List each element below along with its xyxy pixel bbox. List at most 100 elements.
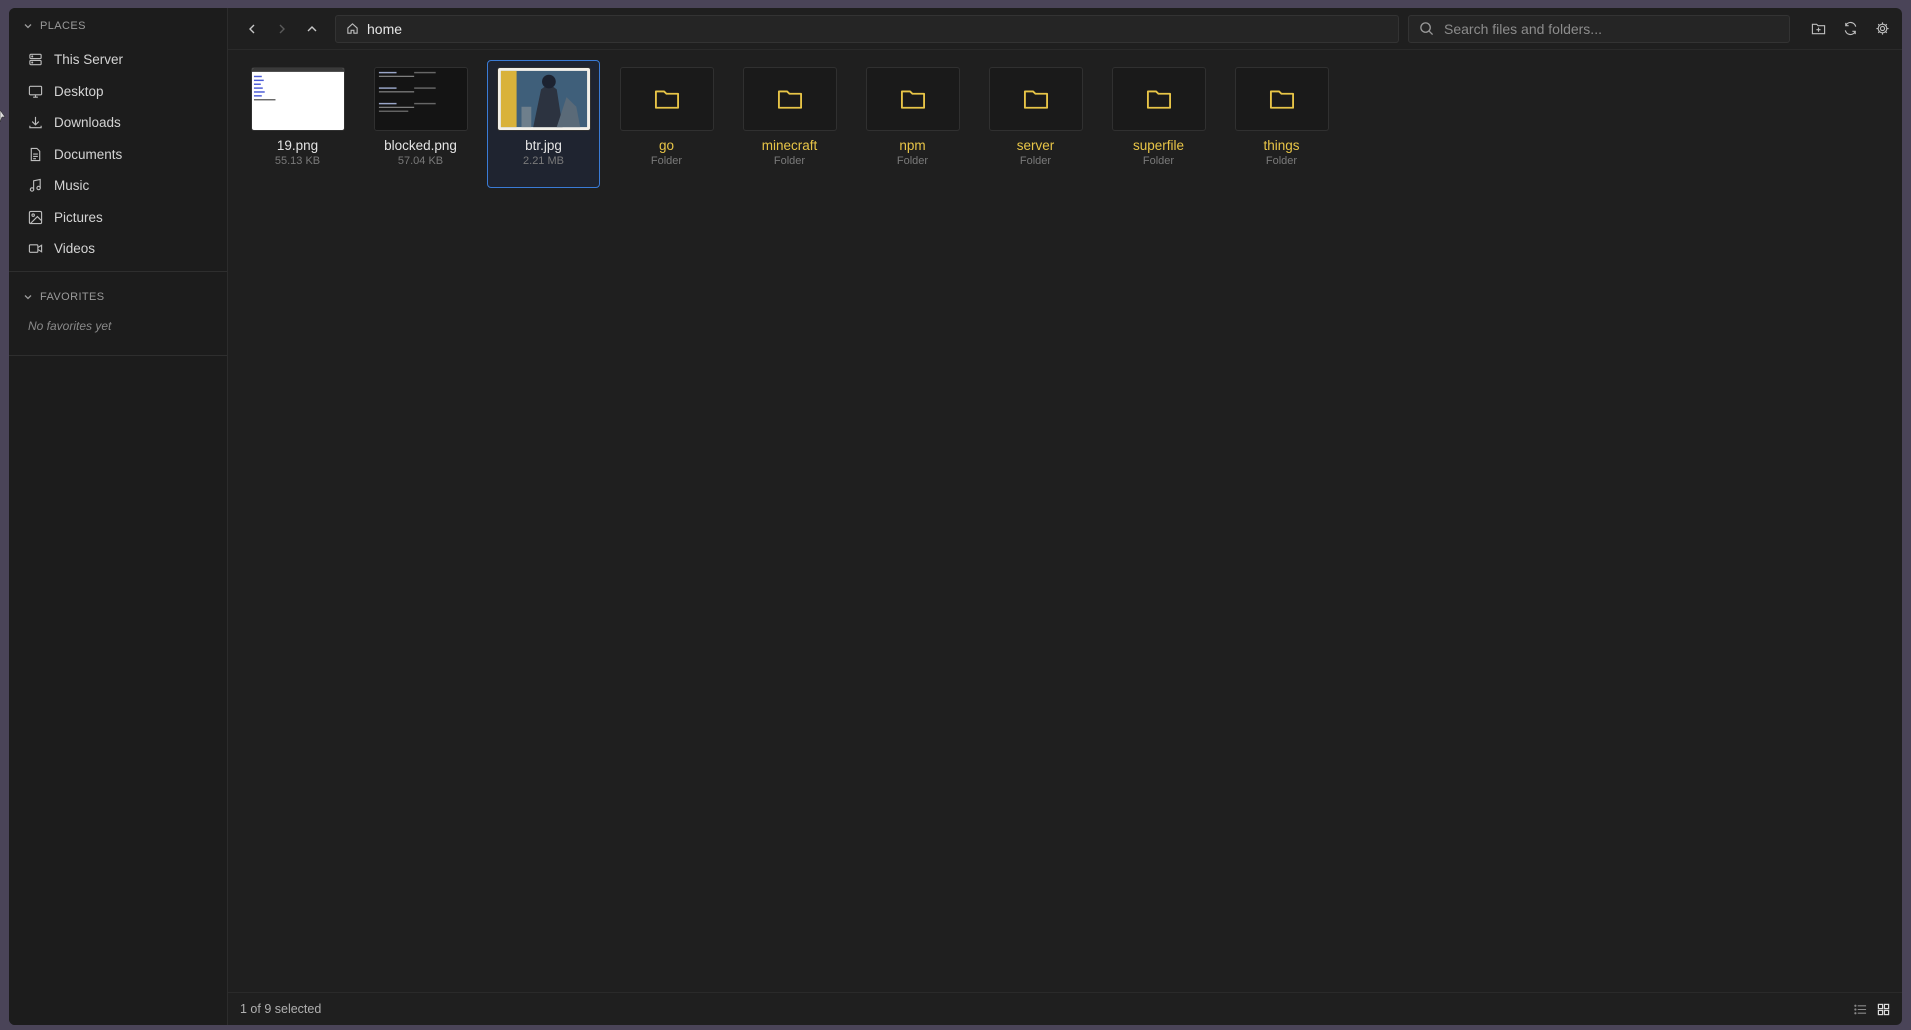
gear-icon [1875,22,1889,35]
sidebar-item-downloads[interactable]: Downloads [9,107,227,139]
file-thumbnail [1111,67,1206,131]
sidebar-item-label: Videos [54,241,96,257]
favorites-header-label: FAVORITES [40,290,105,303]
toolbar: home [228,8,1902,50]
file-thumbnail [742,67,837,131]
view-toggles [1854,1003,1890,1016]
anime-poster-thumbnail-image [497,68,590,130]
mouse-cursor-icon [0,110,6,123]
forward-button[interactable] [267,14,297,44]
back-button[interactable] [237,14,267,44]
file-name: server [1016,138,1055,153]
download-icon [29,117,42,129]
file-size: 57.04 KB [397,155,444,167]
screenshot-thumbnail-image [374,68,467,130]
file-name: go [658,138,675,153]
file-item-19-png[interactable]: 19.png 55.13 KB [241,60,354,188]
chevron-left-icon [249,24,255,33]
path-bar[interactable]: home [335,14,1399,43]
file-name: minecraft [761,138,818,153]
file-manager-window: PLACES This Server Desktop Downloads Doc… [9,8,1902,1025]
file-name: npm [899,138,926,153]
chevron-down-icon [24,24,32,29]
file-thumbnail [496,67,591,131]
refresh-icon [1844,21,1856,36]
list-view-icon[interactable] [1854,1003,1867,1016]
file-thumbnail [373,67,468,131]
places-header-label: PLACES [40,20,86,32]
file-type: Folder [1142,155,1175,167]
folder-item-things[interactable]: things Folder [1225,60,1338,188]
path-segment-home[interactable]: home [367,21,402,37]
file-size: 2.21 MB [523,155,564,167]
image-icon [28,210,43,224]
file-name: 19.png [276,138,319,153]
video-icon [28,244,43,254]
document-icon [30,147,41,161]
file-type: Folder [773,155,806,167]
sidebar-divider [9,354,227,356]
folder-icon [1023,90,1048,109]
settings-button[interactable] [1870,14,1894,44]
file-name: blocked.png [384,138,457,153]
file-type: Folder [896,155,929,167]
refresh-button[interactable] [1838,14,1862,44]
folder-icon [654,90,679,109]
file-name: things [1263,138,1300,153]
sidebar-item-videos[interactable]: Videos [9,233,227,265]
file-thumbnail [1234,67,1329,131]
sidebar-item-music[interactable]: Music [9,170,227,202]
folder-item-npm[interactable]: npm Folder [856,60,969,188]
file-grid: 19.png 55.13 KB blocked.png 57.04 KB btr… [241,60,1338,188]
server-icon [29,54,42,66]
folder-item-superfile[interactable]: superfile Folder [1102,60,1215,188]
file-thumbnail [988,67,1083,131]
folder-icon [1146,90,1171,109]
sidebar-item-pictures[interactable]: Pictures [9,202,227,234]
favorites-header[interactable]: FAVORITES [9,279,227,315]
toolbar-actions [1806,14,1894,44]
sidebar-item-label: Pictures [54,209,103,225]
favorites-empty-text: No favorites yet [28,318,112,333]
status-bar: 1 of 9 selected [228,992,1902,1025]
screenshot-thumbnail-image [251,68,344,130]
file-thumbnail [250,67,345,131]
sidebar-item-desktop[interactable]: Desktop [9,76,227,108]
music-icon [29,178,41,192]
file-item-blocked-png[interactable]: blocked.png 57.04 KB [364,60,477,188]
sidebar: PLACES This Server Desktop Downloads Doc… [9,8,228,1025]
chevron-right-icon [279,24,285,33]
file-thumbnail [865,67,960,131]
sidebar-item-documents[interactable]: Documents [9,139,227,171]
sidebar-item-label: Music [54,178,90,194]
file-type: Folder [650,155,683,167]
new-folder-button[interactable] [1806,14,1830,44]
sidebar-item-this-server[interactable]: This Server [9,44,227,76]
file-name: superfile [1132,138,1185,153]
grid-view-icon[interactable] [1877,1003,1890,1016]
places-header[interactable]: PLACES [9,8,227,44]
file-size: 55.13 KB [274,155,321,167]
file-thumbnail [619,67,714,131]
file-type: Folder [1019,155,1052,167]
folder-icon [1269,90,1294,109]
file-item-btr-jpg[interactable]: btr.jpg 2.21 MB [487,60,600,188]
folder-item-server[interactable]: server Folder [979,60,1092,188]
search-icon [1420,22,1434,36]
selection-count: 1 of 9 selected [240,1002,322,1016]
folder-icon [777,90,802,109]
folder-icon [900,90,925,109]
search-input[interactable] [1444,20,1779,37]
sidebar-item-label: This Server [54,52,124,68]
file-type: Folder [1265,155,1298,167]
up-button[interactable] [297,14,327,44]
chevron-down-icon [24,294,32,299]
new-folder-icon [1811,23,1825,35]
chevron-up-icon [307,25,317,31]
folder-item-minecraft[interactable]: minecraft Folder [733,60,846,188]
main-content: home Search files and folders... 19.png … [228,8,1902,1025]
sidebar-item-label: Documents [54,146,123,162]
home-icon [347,23,358,34]
folder-item-go[interactable]: go Folder [610,60,723,188]
search-box[interactable] [1408,14,1790,43]
